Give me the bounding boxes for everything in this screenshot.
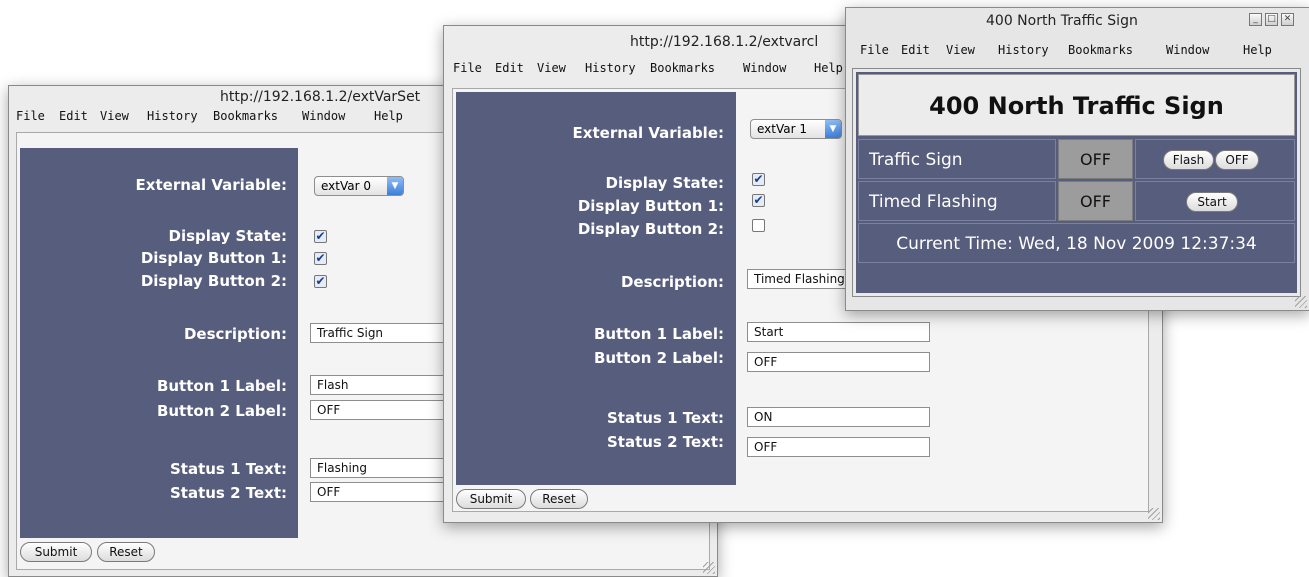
external-variable-label: External Variable: <box>135 176 287 194</box>
button2-label-label: Button 2 Label: <box>156 402 287 420</box>
display-button2-label: Display Button 2: <box>577 220 724 238</box>
status2-text-field[interactable]: OFF <box>310 482 460 502</box>
menu-help[interactable]: Help <box>374 109 403 123</box>
row-status: OFF <box>1080 150 1111 169</box>
window-title: http://192.168.1.2/extVarSet <box>220 89 421 105</box>
current-time: Current Time: Wed, 18 Nov 2009 12:37:34 <box>896 234 1257 254</box>
resize-grip-icon[interactable] <box>1295 296 1307 308</box>
status1-text-field[interactable]: Flashing <box>310 458 460 478</box>
menu-view[interactable]: View <box>100 109 129 123</box>
status2-text-label: Status 2 Text: <box>169 484 287 502</box>
menu-view[interactable]: View <box>537 61 566 75</box>
external-variable-select[interactable]: extVar 0 ▼ <box>314 176 404 196</box>
button1-label-label: Button 1 Label: <box>593 325 724 343</box>
menu-edit[interactable]: Edit <box>901 43 930 57</box>
status1-text-field[interactable]: ON <box>747 407 930 427</box>
display-button2-label: Display Button 2: <box>140 272 287 290</box>
menu-edit[interactable]: Edit <box>59 109 88 123</box>
display-state-label: Display State: <box>605 174 725 192</box>
button2-label-field[interactable]: OFF <box>747 352 930 372</box>
row-name-cell: Traffic Sign <box>858 139 1056 179</box>
row-status: OFF <box>1080 192 1111 211</box>
labels-panel: External Variable: Display State: Displa… <box>20 148 298 538</box>
description-label: Description: <box>183 325 287 343</box>
actions-cell: Start <box>1135 181 1295 221</box>
maximize-icon[interactable]: □ <box>1265 13 1278 26</box>
row-name-cell: Timed Flashing <box>858 181 1056 221</box>
status-page: 400 North Traffic Sign Traffic Sign OFF … <box>853 69 1300 296</box>
window-title: http://192.168.1.2/extvarcl <box>630 34 819 50</box>
flash-button[interactable]: Flash <box>1163 150 1214 170</box>
status1-text-label: Status 1 Text: <box>169 460 287 478</box>
actions-cell: Flash OFF <box>1135 139 1295 179</box>
menu-help[interactable]: Help <box>1243 43 1272 57</box>
external-variable-label: External Variable: <box>572 124 724 142</box>
menu-window[interactable]: Window <box>302 109 345 123</box>
menu-bar: File Edit View History Bookmarks Window … <box>846 42 1309 60</box>
display-button1-checkbox[interactable]: ✔ <box>314 252 327 265</box>
display-button1-checkbox[interactable]: ✔ <box>752 194 765 207</box>
page-heading: 400 North Traffic Sign <box>929 92 1224 120</box>
menu-bookmarks[interactable]: Bookmarks <box>650 61 715 75</box>
display-state-checkbox[interactable]: ✔ <box>752 173 765 186</box>
display-button2-checkbox[interactable] <box>752 219 765 232</box>
display-button1-label: Display Button 1: <box>140 249 287 267</box>
dropdown-arrow-icon: ▼ <box>387 177 403 195</box>
labels-panel: External Variable: Display State: Displa… <box>456 92 736 485</box>
status1-text-label: Status 1 Text: <box>606 409 724 427</box>
time-row: Current Time: Wed, 18 Nov 2009 12:37:34 <box>858 223 1295 263</box>
submit-button[interactable]: Submit <box>20 542 92 562</box>
status-cell: OFF <box>1058 181 1133 221</box>
off-button[interactable]: OFF <box>1215 150 1259 170</box>
button1-label-field[interactable]: Start <box>747 322 930 342</box>
display-button1-label: Display Button 1: <box>577 197 724 215</box>
row-traffic-sign: Traffic Sign OFF Flash OFF <box>858 139 1295 179</box>
display-state-label: Display State: <box>168 227 288 245</box>
description-field[interactable]: Traffic Sign <box>310 323 460 343</box>
menu-file[interactable]: File <box>453 61 482 75</box>
start-button[interactable]: Start <box>1186 192 1238 212</box>
menu-help[interactable]: Help <box>814 61 843 75</box>
close-icon[interactable]: ✕ <box>1281 13 1294 26</box>
menu-history[interactable]: History <box>147 109 198 123</box>
button1-label-field[interactable]: Flash <box>310 375 460 395</box>
menu-bookmarks[interactable]: Bookmarks <box>213 109 278 123</box>
description-field[interactable]: Timed Flashing <box>747 269 857 289</box>
menu-history[interactable]: History <box>998 43 1049 57</box>
row-name: Timed Flashing <box>869 192 998 212</box>
display-button2-checkbox[interactable]: ✔ <box>314 275 327 288</box>
button1-label-label: Button 1 Label: <box>156 377 287 395</box>
status-cell: OFF <box>1058 139 1133 179</box>
dropdown-arrow-icon: ▼ <box>825 120 841 138</box>
window-titlebar[interactable]: 400 North Traffic Sign _ □ ✕ <box>846 8 1309 29</box>
menu-window[interactable]: Window <box>1166 43 1209 57</box>
traffic-sign-window: 400 North Traffic Sign _ □ ✕ File Edit V… <box>845 7 1309 311</box>
external-variable-value: extVar 0 <box>321 179 371 193</box>
menu-file[interactable]: File <box>16 109 45 123</box>
menu-window[interactable]: Window <box>743 61 786 75</box>
heading-cell: 400 North Traffic Sign <box>858 74 1295 136</box>
row-timed-flashing: Timed Flashing OFF Start <box>858 181 1295 221</box>
reset-button[interactable]: Reset <box>97 542 155 562</box>
row-name: Traffic Sign <box>869 150 963 170</box>
menu-view[interactable]: View <box>946 43 975 57</box>
menu-edit[interactable]: Edit <box>495 61 524 75</box>
minimize-icon[interactable]: _ <box>1249 13 1262 26</box>
status2-text-label: Status 2 Text: <box>606 433 724 451</box>
button2-label-label: Button 2 Label: <box>593 349 724 367</box>
description-label: Description: <box>620 273 724 291</box>
external-variable-select[interactable]: extVar 1 ▼ <box>750 119 842 139</box>
resize-grip-icon[interactable] <box>703 562 715 574</box>
menu-history[interactable]: History <box>585 61 636 75</box>
display-state-checkbox[interactable]: ✔ <box>314 230 327 243</box>
button2-label-field[interactable]: OFF <box>310 400 460 420</box>
reset-button[interactable]: Reset <box>530 489 588 509</box>
external-variable-value: extVar 1 <box>757 122 807 136</box>
submit-button[interactable]: Submit <box>456 489 526 509</box>
status2-text-field[interactable]: OFF <box>747 437 930 457</box>
menu-file[interactable]: File <box>860 43 889 57</box>
resize-grip-icon[interactable] <box>1148 508 1160 520</box>
menu-bookmarks[interactable]: Bookmarks <box>1068 43 1133 57</box>
window-title: 400 North Traffic Sign <box>986 13 1138 29</box>
